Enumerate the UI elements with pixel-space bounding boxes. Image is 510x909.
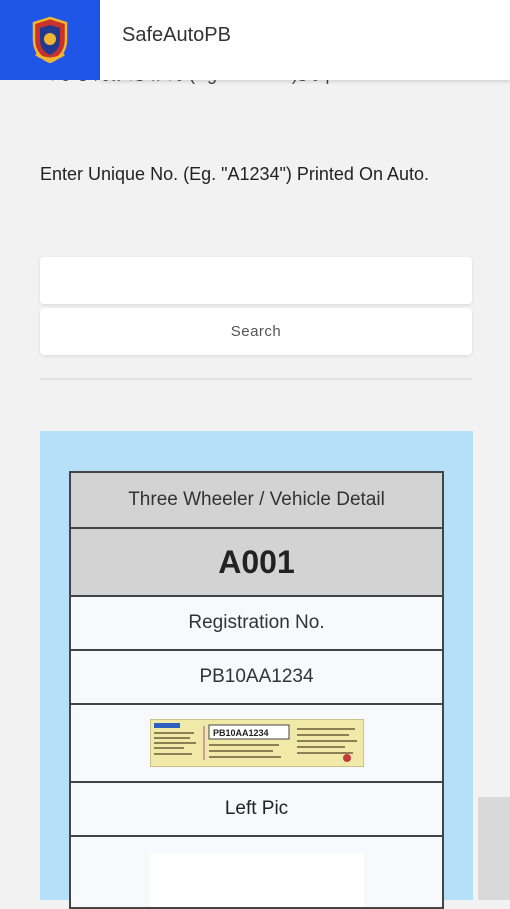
left-pic-image[interactable]: [149, 853, 364, 907]
divider: [40, 378, 472, 380]
instruction-text: Enter Unique No. (Eg. "A1234") Printed O…: [40, 164, 429, 184]
police-emblem-icon: [32, 16, 68, 64]
sticker-plate-text: PB10AA1234: [213, 728, 269, 738]
detail-title: Three Wheeler / Vehicle Detail: [69, 471, 444, 529]
registration-value: PB10AA1234: [69, 649, 444, 705]
vehicle-detail-table: Three Wheeler / Vehicle Detail A001 Regi…: [69, 471, 444, 909]
unique-number-input[interactable]: [40, 257, 472, 304]
vehicle-detail-card: Three Wheeler / Vehicle Detail A001 Regi…: [40, 431, 473, 909]
left-pic-label: Left Pic: [69, 781, 444, 837]
search-button[interactable]: Search: [40, 308, 472, 355]
app-title: SafeAutoPB: [122, 24, 231, 46]
title-bar: SafeAutoPB: [100, 0, 510, 80]
logo-container[interactable]: [0, 0, 100, 80]
app-header: SafeAutoPB: [0, 0, 510, 80]
sticker-image-cell: PB10AA1234: [69, 703, 444, 783]
left-pic-cell: [69, 835, 444, 909]
unique-number-value: A001: [69, 527, 444, 597]
sticker-image[interactable]: PB10AA1234: [149, 719, 364, 767]
scrollbar-track[interactable]: [478, 797, 510, 900]
registration-label: Registration No.: [69, 595, 444, 651]
